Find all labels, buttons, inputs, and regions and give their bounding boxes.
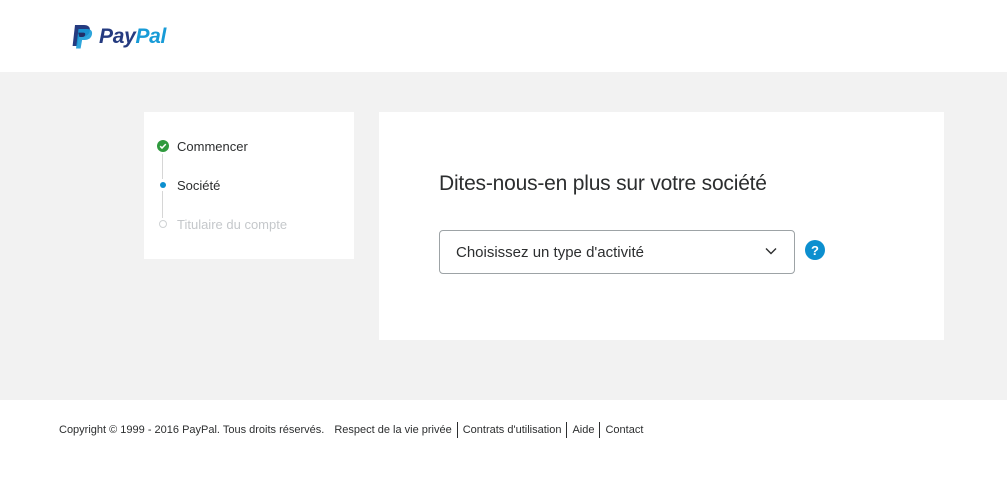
business-form-card: Dites-nous-en plus sur votre société Cho…: [379, 112, 944, 340]
step-label: Titulaire du compte: [177, 216, 288, 232]
step-label: Commencer: [177, 138, 248, 154]
chevron-down-icon: [765, 248, 777, 255]
select-value: Choisissez un type d'activité: [456, 243, 644, 261]
progress-stepper: Commencer Société Titulaire du compte: [144, 112, 354, 259]
copyright-text: Copyright © 1999 - 2016 PayPal. Tous dro…: [59, 424, 325, 436]
footer-link-privacy[interactable]: Respect de la vie privée: [334, 422, 456, 438]
step-label: Société: [177, 177, 221, 193]
footer-link-contact[interactable]: Contact: [599, 422, 648, 438]
logo-pay: Pay: [99, 25, 136, 48]
step-titulaire: Titulaire du compte: [157, 214, 287, 234]
logo-pal: Pal: [135, 25, 167, 48]
help-icon[interactable]: ?: [805, 240, 825, 260]
footer-row: Copyright © 1999 - 2016 PayPal. Tous dro…: [59, 422, 648, 438]
empty-dot-icon: [157, 218, 169, 230]
step-commencer: Commencer: [157, 136, 248, 156]
header: PayPal: [0, 0, 1007, 72]
dot-icon: [157, 179, 169, 191]
paypal-logo-text: PayPal: [99, 25, 166, 49]
check-circle-icon: [157, 140, 169, 152]
main-area: Commencer Société Titulaire du compte Di…: [0, 72, 1007, 400]
footer: Copyright © 1999 - 2016 PayPal. Tous dro…: [0, 400, 1007, 480]
footer-link-help[interactable]: Aide: [566, 422, 599, 438]
page-title: Dites-nous-en plus sur votre société: [439, 172, 767, 195]
footer-link-terms[interactable]: Contrats d'utilisation: [456, 422, 567, 438]
paypal-logo[interactable]: PayPal: [69, 24, 166, 50]
step-societe: Société: [157, 175, 220, 195]
business-type-select[interactable]: Choisissez un type d'activité: [439, 230, 795, 274]
paypal-logo-icon: [72, 25, 93, 49]
